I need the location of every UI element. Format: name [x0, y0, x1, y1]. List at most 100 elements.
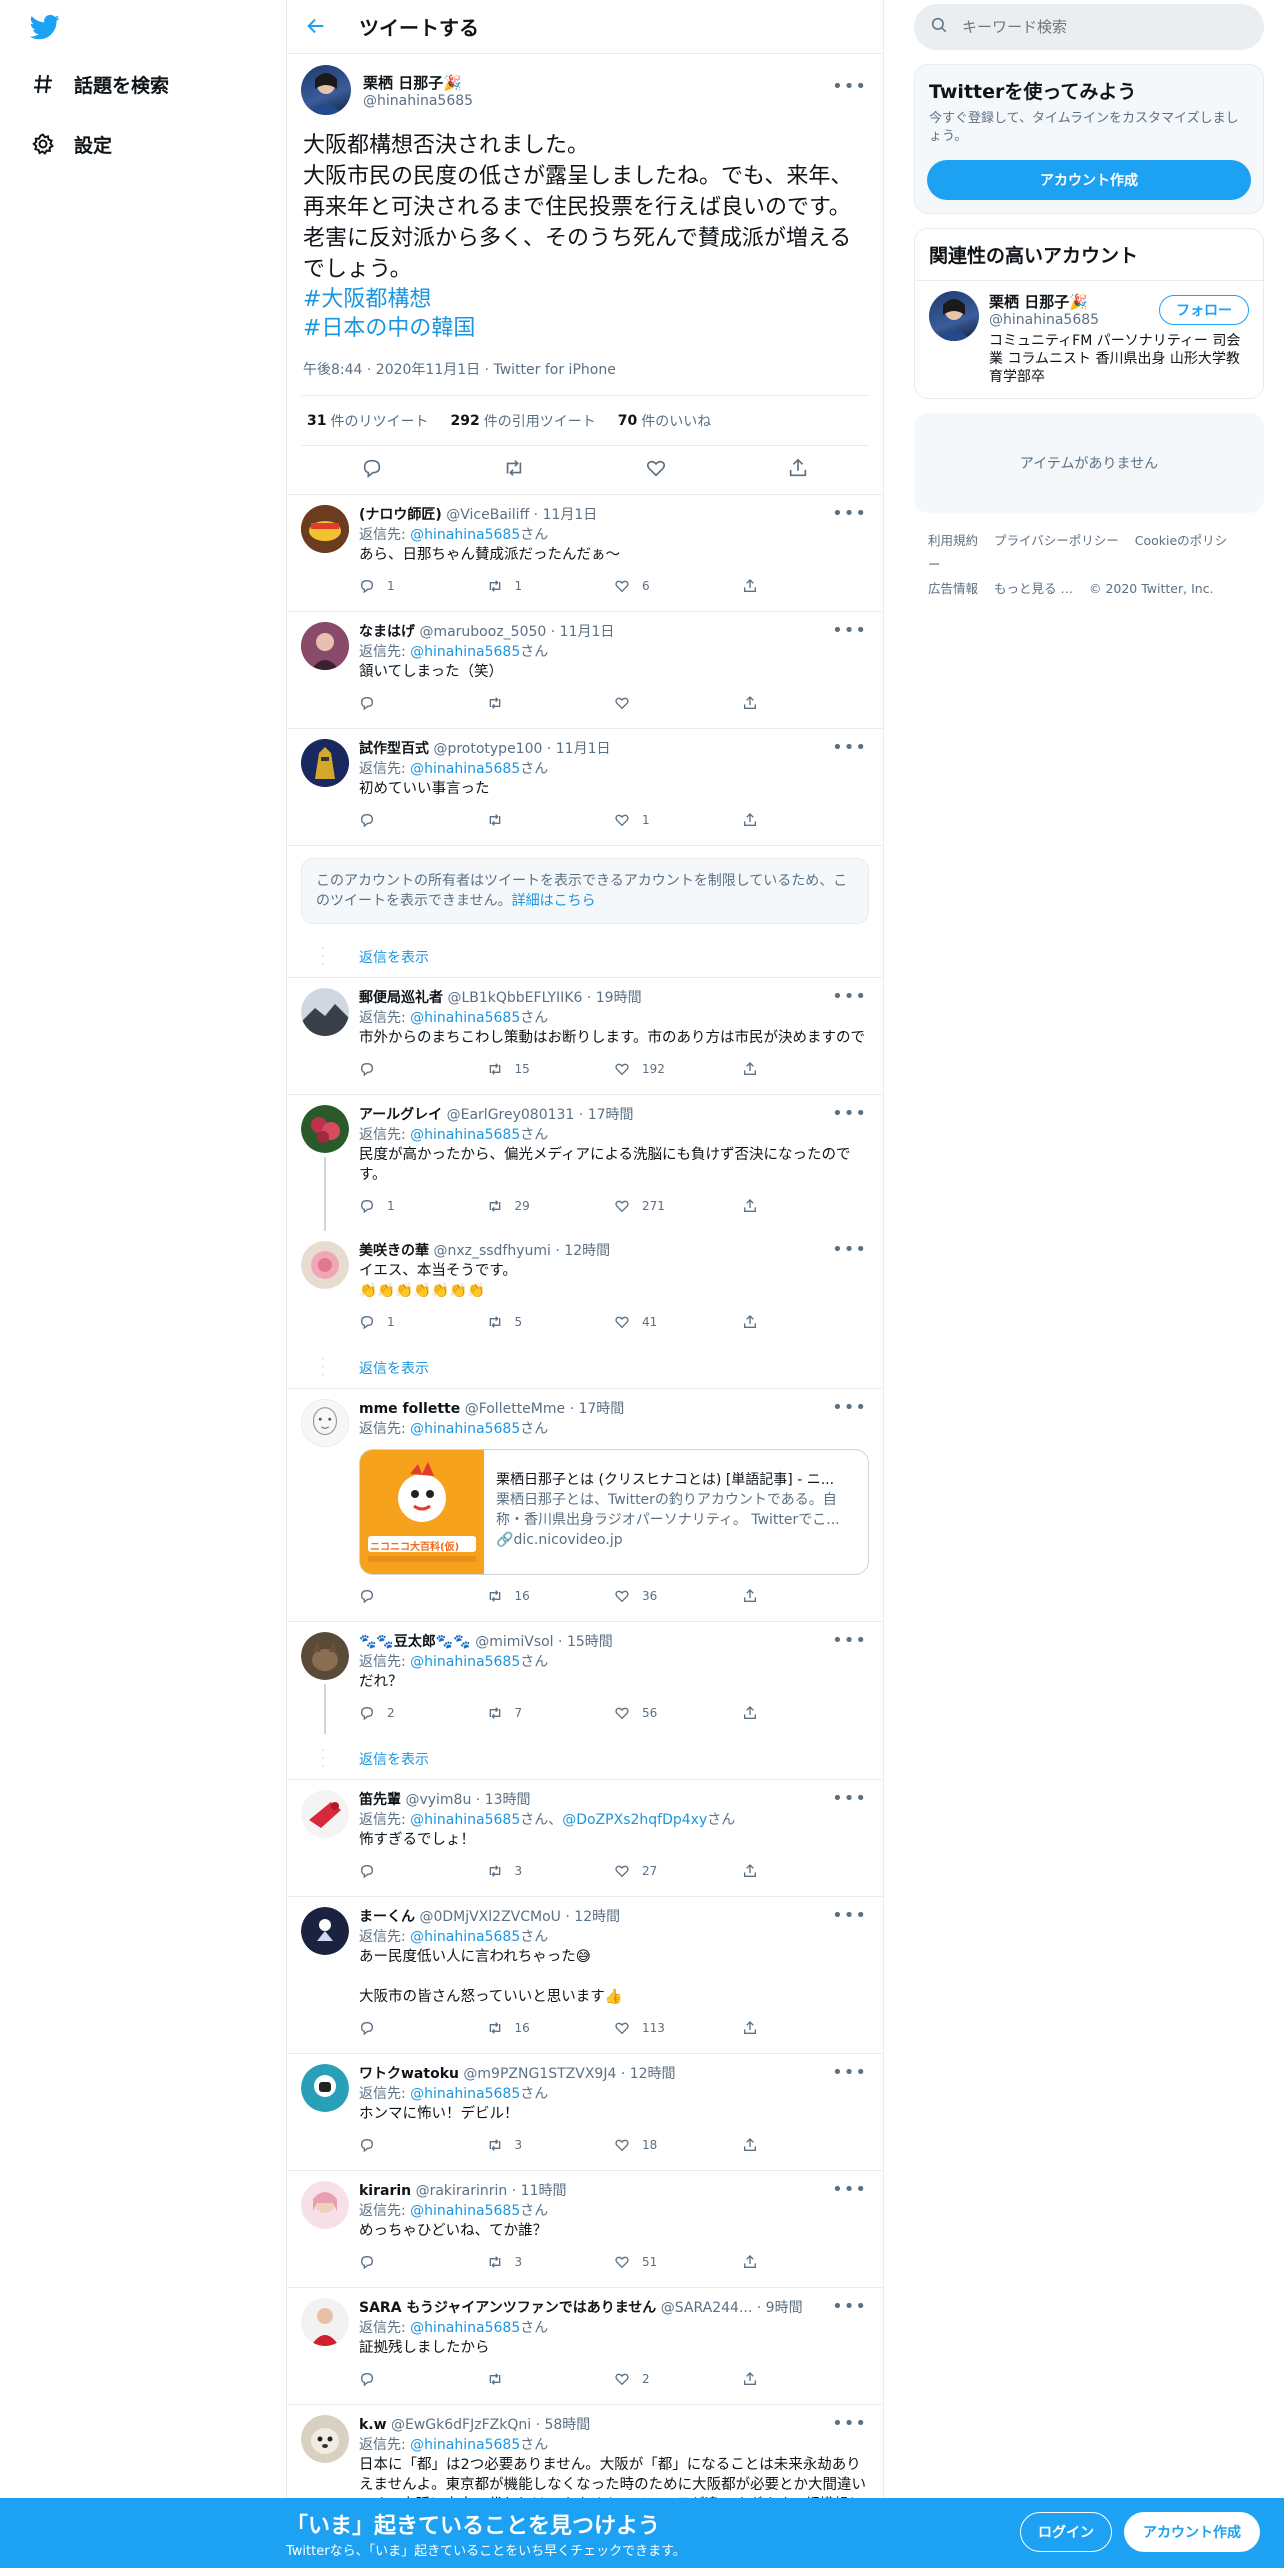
like-icon[interactable]	[645, 457, 667, 483]
reply-author-handle[interactable]: @m9PZNG1STZVX9J4	[463, 2066, 616, 2082]
reply-button[interactable]: 1	[359, 1314, 487, 1330]
retweet-button[interactable]	[487, 2371, 615, 2387]
more-icon[interactable]: •••	[832, 2062, 867, 2083]
reply-time[interactable]: 17時間	[588, 1107, 634, 1123]
reply-author-handle[interactable]: @mimiVsol	[475, 1634, 553, 1650]
reply-tweet[interactable]: kirarin @rakirarinrin · 11時間 ••• 返信先: @h…	[287, 2171, 883, 2288]
avatar[interactable]	[301, 2415, 349, 2463]
avatar[interactable]	[301, 988, 349, 1036]
share-button[interactable]	[742, 2020, 870, 2036]
search-input[interactable]	[962, 18, 1222, 36]
reply-time[interactable]: 12時間	[574, 1909, 620, 1925]
reply-author-name[interactable]: 美咲きの華	[359, 1243, 429, 1259]
like-button[interactable]: 2	[614, 2371, 742, 2387]
more-icon[interactable]: •••	[832, 1788, 867, 1809]
reply-time[interactable]: 12時間	[630, 2066, 676, 2082]
reply-author-handle[interactable]: @prototype100	[433, 741, 542, 757]
share-button[interactable]	[742, 812, 870, 828]
share-button[interactable]	[742, 578, 870, 594]
more-icon[interactable]: •••	[832, 1239, 867, 1260]
retweet-button[interactable]	[487, 812, 615, 828]
reply-icon[interactable]	[361, 457, 383, 483]
reply-tweet[interactable]: 郵便局巡礼者 @LB1kQbbEFLYIIK6 · 19時間 ••• 返信先: …	[287, 978, 883, 1095]
reply-author-handle[interactable]: @SARA244...	[661, 2300, 753, 2316]
reply-button[interactable]	[359, 1061, 487, 1077]
avatar[interactable]	[301, 505, 349, 553]
reply-tweet[interactable]: 笛先輩 @vyim8u · 13時間 ••• 返信先: @hinahina568…	[287, 1780, 883, 1897]
reply-button[interactable]	[359, 2254, 487, 2270]
mention-link[interactable]: @hinahina5685	[410, 1654, 520, 1670]
share-button[interactable]	[742, 2137, 870, 2153]
reply-button[interactable]	[359, 812, 487, 828]
twitter-logo-icon[interactable]	[28, 12, 64, 42]
reply-time[interactable]: 11月1日	[556, 741, 611, 757]
reply-tweet[interactable]: 試作型百式 @prototype100 · 11月1日 ••• 返信先: @hi…	[287, 729, 883, 846]
more-icon[interactable]: •••	[832, 2413, 867, 2434]
reply-time[interactable]: 11月1日	[560, 624, 615, 640]
retweet-button[interactable]: 3	[487, 2137, 615, 2153]
reply-author-name[interactable]: なまはげ	[359, 624, 415, 640]
like-count-label[interactable]: 件のいいね	[641, 411, 711, 431]
retweet-button[interactable]: 5	[487, 1314, 615, 1330]
reply-time[interactable]: 19時間	[596, 990, 642, 1006]
avatar[interactable]	[301, 1790, 349, 1838]
link-card[interactable]: ニコニコ大百科(仮) 栗栖日那子とは (クリスヒナコとは) [単語記事] - ニ…	[359, 1449, 869, 1575]
back-arrow-icon[interactable]	[305, 15, 329, 39]
reply-author-handle[interactable]: @marubooz_5050	[419, 624, 546, 640]
show-replies-link[interactable]: · · · 返信を表示	[287, 936, 883, 978]
retweet-count-label[interactable]: 件のリツイート	[330, 411, 428, 431]
retweet-button[interactable]: 29	[487, 1198, 615, 1214]
mention-link[interactable]: @hinahina5685	[410, 1010, 520, 1026]
create-account-button[interactable]: アカウント作成	[927, 160, 1251, 200]
reply-tweet[interactable]: ワトクwatoku @m9PZNG1STZVX9J4 · 12時間 ••• 返信…	[287, 2054, 883, 2171]
ads-info-link[interactable]: 広告情報	[928, 581, 978, 596]
more-icon[interactable]: •••	[832, 986, 867, 1007]
author-handle[interactable]: @hinahina5685	[363, 93, 473, 109]
avatar[interactable]	[301, 1632, 349, 1680]
like-button[interactable]: 6	[614, 578, 742, 594]
mention-link[interactable]: @hinahina5685	[410, 2086, 520, 2102]
learn-more-link[interactable]: 詳細はこちら	[512, 893, 596, 909]
reply-author-handle[interactable]: @nxz_ssdfhyumi	[433, 1243, 550, 1259]
quote-count-label[interactable]: 件の引用ツイート	[484, 411, 596, 431]
like-button[interactable]: 27	[614, 1863, 742, 1879]
reply-author-name[interactable]: アールグレイ	[359, 1107, 442, 1123]
mention-link[interactable]: @hinahina5685	[410, 761, 520, 777]
reply-author-handle[interactable]: @0DMjVXl2ZVCMoU	[419, 1909, 560, 1925]
reply-time[interactable]: 11時間	[521, 2183, 567, 2199]
reply-author-handle[interactable]: @EarlGrey080131	[447, 1107, 575, 1123]
avatar[interactable]	[301, 2181, 349, 2229]
share-button[interactable]	[742, 1705, 870, 1721]
more-icon[interactable]: •••	[832, 2179, 867, 2200]
reply-button[interactable]	[359, 2137, 487, 2153]
reply-author-name[interactable]: 試作型百式	[359, 741, 429, 757]
reply-tweet[interactable]: mme follette @FolletteMme · 17時間 ••• 返信先…	[287, 1389, 883, 1622]
share-button[interactable]	[742, 1588, 870, 1604]
like-button[interactable]: 192	[614, 1061, 742, 1077]
like-button[interactable]: 18	[614, 2137, 742, 2153]
mention-link[interactable]: @hinahina5685	[410, 527, 520, 543]
avatar[interactable]	[301, 622, 349, 670]
reply-author-name[interactable]: k.w	[359, 2417, 387, 2433]
avatar[interactable]	[301, 2064, 349, 2112]
reply-time[interactable]: 15時間	[567, 1634, 613, 1650]
more-icon[interactable]: •••	[832, 2296, 867, 2317]
reply-author-handle[interactable]: @rakirarinrin	[416, 2183, 508, 2199]
reply-button[interactable]	[359, 1588, 487, 1604]
avatar[interactable]	[301, 1399, 349, 1447]
retweet-button[interactable]: 3	[487, 1863, 615, 1879]
privacy-link[interactable]: プライバシーポリシー	[994, 533, 1119, 548]
nav-explore[interactable]: 話題を検索	[28, 64, 169, 104]
more-icon[interactable]: •••	[832, 503, 867, 524]
more-icon[interactable]: •••	[832, 737, 867, 758]
like-button[interactable]: 1	[614, 812, 742, 828]
reply-author-name[interactable]: mme follette	[359, 1401, 460, 1417]
retweet-button[interactable]	[487, 695, 615, 711]
reply-button[interactable]	[359, 695, 487, 711]
nav-settings[interactable]: 設定	[28, 124, 112, 164]
retweet-button[interactable]: 1	[487, 578, 615, 594]
retweet-button[interactable]: 15	[487, 1061, 615, 1077]
reply-time[interactable]: 58時間	[544, 2417, 590, 2433]
like-count[interactable]: 70	[618, 413, 637, 429]
reply-author-name[interactable]: 郵便局巡礼者	[359, 990, 443, 1006]
